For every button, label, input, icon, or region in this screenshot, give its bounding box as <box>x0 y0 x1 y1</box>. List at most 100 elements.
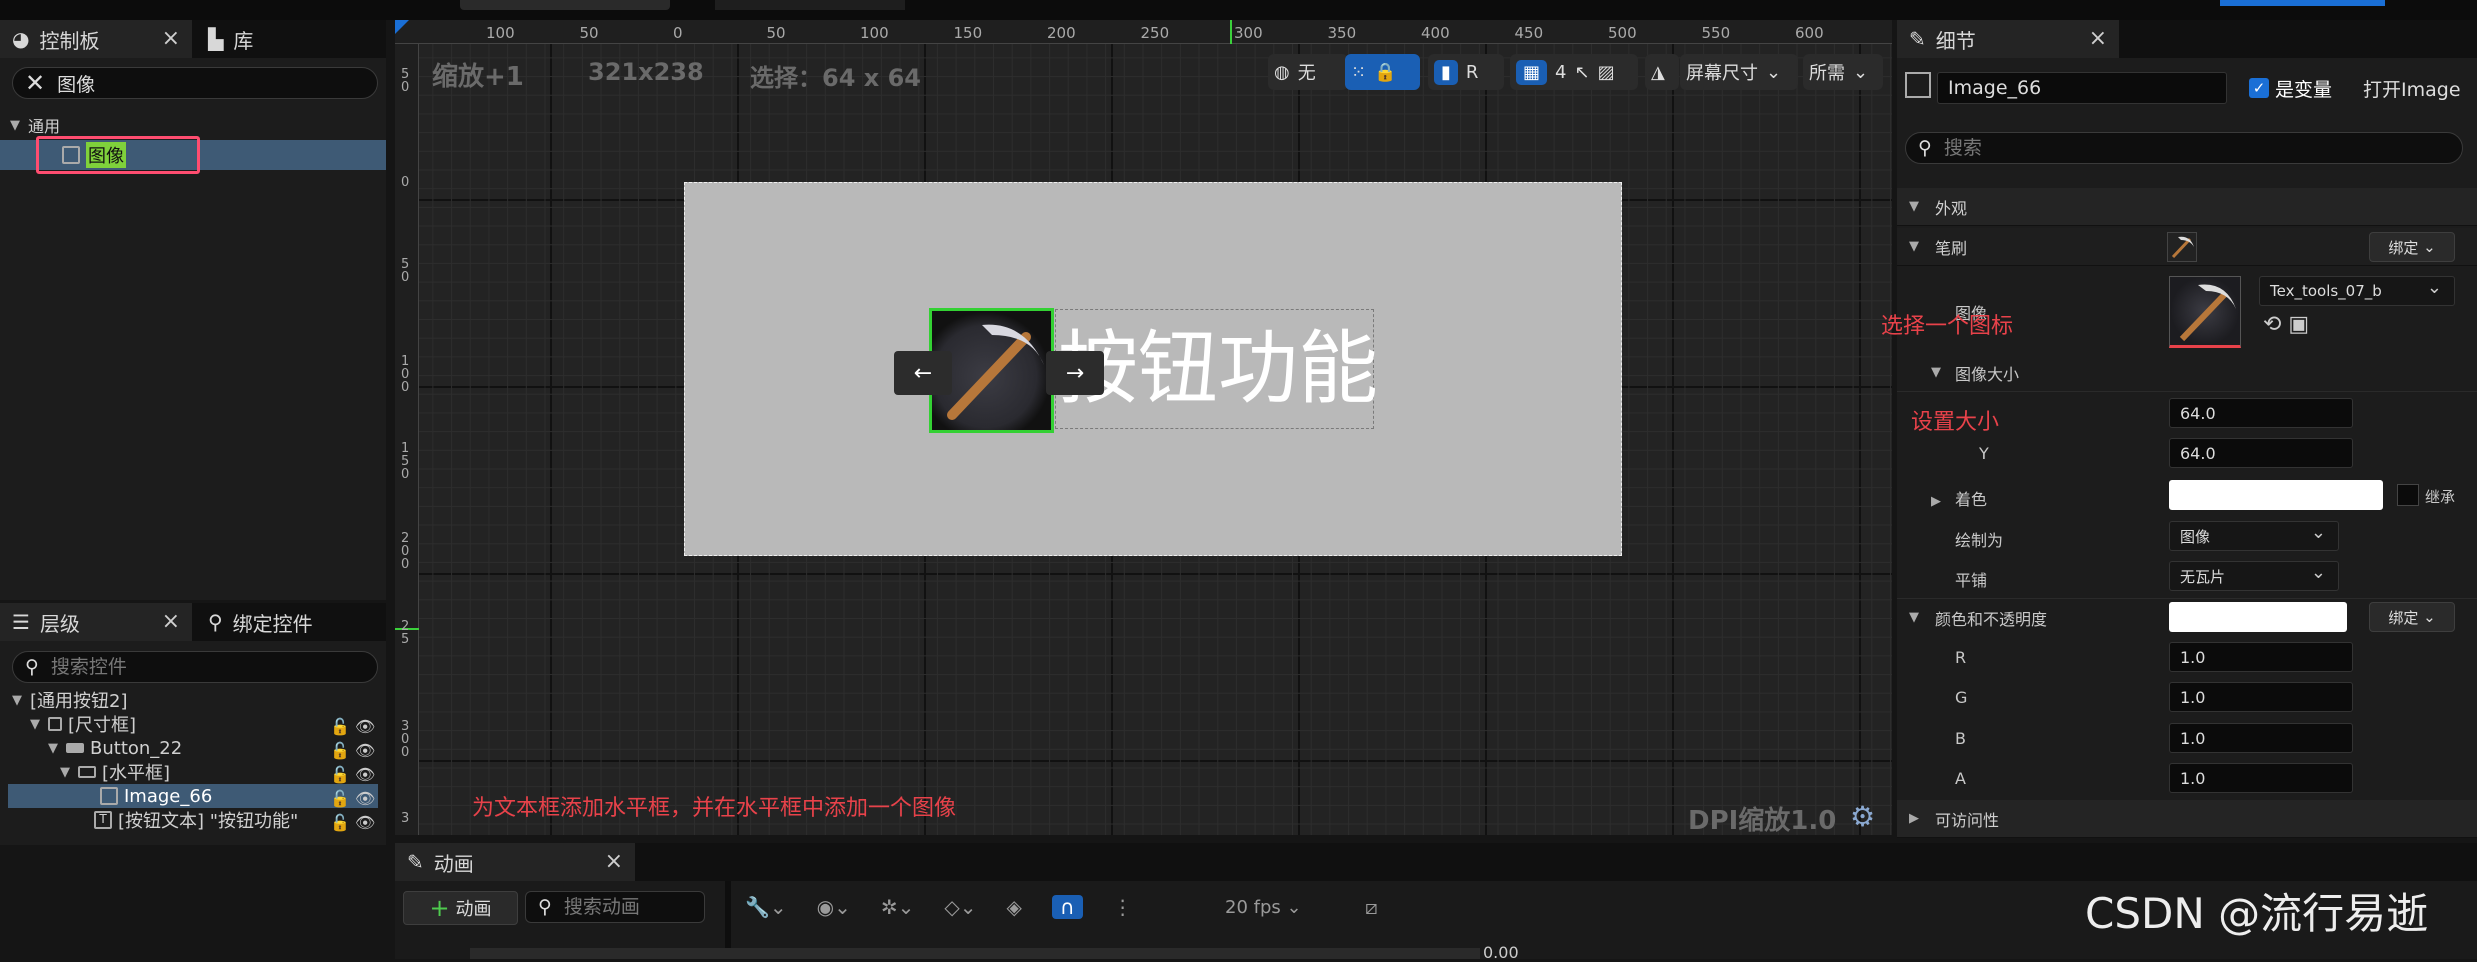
wrench-icon[interactable]: 🔧⌄ <box>745 895 787 919</box>
sequencer-toolbar[interactable]: 🔧⌄ ◉⌄ ✲⌄ ◇⌄ ◈ ∩ ⋮ <box>745 895 1133 919</box>
tree-row[interactable]: ▼ Button_22 <box>0 736 386 760</box>
animation-search[interactable]: ⚲ <box>525 891 705 923</box>
ruler-tick-label: 100 <box>486 24 515 42</box>
add-animation-button[interactable]: + 动画 <box>403 891 518 925</box>
rotate-toggle[interactable]: ▮ R <box>1428 54 1504 90</box>
open-image-link[interactable]: 打开Image <box>2363 75 2461 102</box>
ruler-tick-label: 300 <box>1234 24 1263 42</box>
size-y-field[interactable]: 64.0 <box>2169 438 2353 468</box>
ruler-tick-label: 0 <box>401 175 410 190</box>
palette-search[interactable]: ✕ <box>12 67 378 99</box>
image-size-row[interactable]: ▼ 图像大小 <box>1897 354 2477 392</box>
image-icon <box>100 787 118 805</box>
animation-search-input[interactable] <box>563 896 697 918</box>
tab-hierarchy[interactable]: ☰ 层级 × <box>0 603 192 641</box>
bind-button-2[interactable]: 绑定 ⌄ <box>2369 602 2455 632</box>
brush-thumb[interactable] <box>2167 232 2197 262</box>
size-label: 321x238 <box>588 58 704 86</box>
move-left-button[interactable]: ← <box>894 351 952 395</box>
key-icon[interactable]: ◇⌄ <box>944 895 976 919</box>
more-icon[interactable]: ⋮ <box>1113 895 1133 919</box>
tree-row[interactable]: T [按钮文本] "按钮功能" <box>0 808 386 832</box>
b-field[interactable]: 1.0 <box>2169 723 2353 753</box>
details-search[interactable]: ⚲ <box>1905 132 2463 164</box>
texture-thumb[interactable] <box>2169 276 2241 348</box>
close-icon[interactable]: × <box>605 849 623 874</box>
section-appearance[interactable]: ▼ 外观 <box>1897 188 2477 226</box>
hierarchy-panel: ☰ 层级 × ⚲ 绑定控件 ⚲ ▼[通用按钮2] ▼[尺寸框] ▼Button_… <box>0 603 386 845</box>
palette-search-input[interactable] <box>57 72 339 94</box>
grid-toggle[interactable]: ▦ 4 ↖ ▨ <box>1510 54 1638 90</box>
draw-as-dropdown[interactable]: 图像 <box>2169 521 2339 551</box>
settings-icon[interactable]: ✲⌄ <box>881 895 915 919</box>
close-icon[interactable]: × <box>162 609 180 634</box>
close-icon[interactable]: × <box>2089 26 2107 51</box>
world-toggle[interactable]: ◍ 无 <box>1268 54 1348 90</box>
a-field[interactable]: 1.0 <box>2169 763 2353 793</box>
a-label: A <box>1955 769 1966 788</box>
ruler-tick-label: 550 <box>1701 24 1731 42</box>
tiling-label: 平铺 <box>1955 571 1988 590</box>
close-icon[interactable]: × <box>162 26 180 51</box>
ruler-tick-label: 2 0 0 <box>401 531 410 572</box>
tint-color[interactable] <box>2169 480 2383 510</box>
tiling-dropdown[interactable]: 无瓦片 <box>2169 561 2339 591</box>
curve-icon[interactable]: ⧄ <box>1365 895 1378 919</box>
tab-library[interactable]: ▙ 库 <box>196 20 376 58</box>
image-icon <box>1905 72 1931 98</box>
ruler-tick-label: 100 <box>860 24 889 42</box>
tab-details[interactable]: ✎ 细节 × <box>1897 20 2119 58</box>
magnet-icon[interactable]: ∩ <box>1051 895 1083 919</box>
tree-row-selected[interactable]: Image_66 <box>8 784 378 808</box>
fps-dropdown[interactable]: 20 fps ⌄ <box>1225 897 1302 918</box>
tab-bind-widgets[interactable]: ⚲ 绑定控件 <box>196 603 382 641</box>
selection-label: 选择：64 x 64 <box>750 64 921 92</box>
list-icon: ☰ <box>12 610 30 634</box>
clear-icon[interactable]: ✕ <box>25 69 45 97</box>
ruler-tick-label: 1 0 0 <box>401 354 410 395</box>
tree-row[interactable]: ▼ [尺寸框] <box>0 712 386 736</box>
snap-toggle[interactable]: ⁙ 🔒 <box>1345 54 1420 90</box>
tab-palette[interactable]: ◕ 控制板 × <box>0 20 192 58</box>
ruler-tick-label: 500 <box>1608 24 1637 42</box>
tree-row[interactable]: ▼ [通用按钮2] <box>0 688 386 712</box>
name-field[interactable]: Image_66 <box>1937 72 2227 104</box>
details-search-input[interactable] <box>1943 137 2380 159</box>
eye-icon[interactable]: ◉⌄ <box>817 895 851 919</box>
screen-size-dropdown[interactable]: 屏幕尺寸 ⌄ <box>1680 54 1798 90</box>
mirror-toggle[interactable]: ◮ <box>1645 54 1679 90</box>
lock-eye-icons[interactable]: 🔓 👁 🔓 👁 🔓 👁 🔓 👁 🔓 👁 <box>330 715 375 835</box>
gear-icon[interactable]: ⚙ <box>1850 800 1875 833</box>
move-right-button[interactable]: → <box>1046 351 1104 395</box>
inherit-checkbox[interactable] <box>2397 484 2419 506</box>
section-accessibility[interactable]: ▶ 可访问性 <box>1897 800 2477 838</box>
tree-row[interactable]: ▼ [水平框] <box>0 760 386 784</box>
tint-row[interactable]: ▶ 着色 <box>1931 486 1987 510</box>
pencil-icon: ✎ <box>1909 27 1926 51</box>
ruler-tick-label: 50 <box>579 24 599 42</box>
note-set-size: 设置大小 <box>1911 410 2000 435</box>
ruler-tick-label: 350 <box>1327 24 1357 42</box>
hierarchy-search[interactable]: ⚲ <box>12 651 378 683</box>
needed-dropdown[interactable]: 所需 ⌄ <box>1803 54 1883 90</box>
bind-button[interactable]: 绑定 ⌄ <box>2369 232 2455 262</box>
tab-animation[interactable]: ✎ 动画 × <box>395 843 635 881</box>
y-label: Y <box>1979 444 1989 463</box>
ruler-tick-label: 5 0 <box>401 67 410 95</box>
hierarchy-search-input[interactable] <box>50 656 333 678</box>
variable-checkbox[interactable]: ✓ <box>2249 78 2269 98</box>
r-field[interactable]: 1.0 <box>2169 642 2353 672</box>
texture-dropdown[interactable]: Tex_tools_07_b <box>2259 276 2455 306</box>
size-x-field[interactable]: 64.0 <box>2169 398 2353 428</box>
r-label: R <box>1955 648 1967 667</box>
button-text[interactable]: 按钮功能 <box>1058 314 1378 424</box>
g-field[interactable]: 1.0 <box>2169 682 2353 712</box>
color-swatch[interactable] <box>2169 602 2347 632</box>
ruler-tick-label: 600 <box>1795 24 1824 42</box>
ruler-tick-label: 450 <box>1514 24 1544 42</box>
texture-actions[interactable]: ⟲ ▣ <box>2263 312 2309 337</box>
rotate-icon: ▮ <box>1434 59 1458 85</box>
ruler-tick-label: 400 <box>1421 24 1450 42</box>
filter-icon[interactable]: ◈ <box>1007 895 1022 919</box>
globe-icon: ◍ <box>1274 61 1290 83</box>
